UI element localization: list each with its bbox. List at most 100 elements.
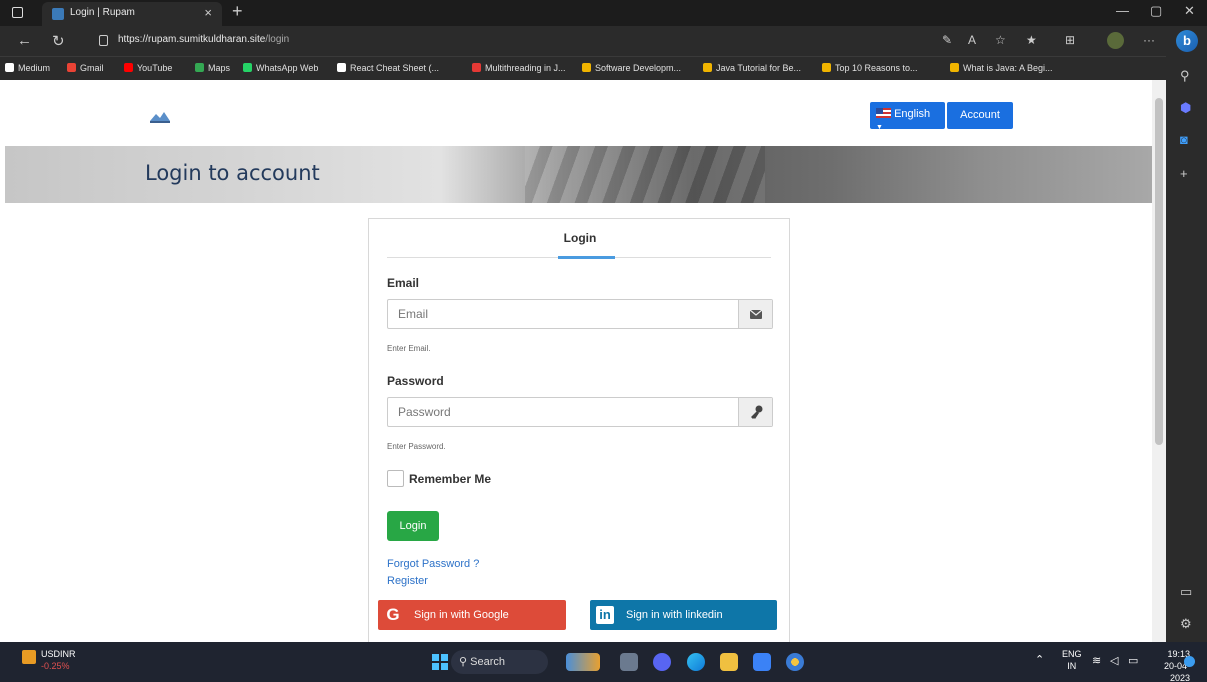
copilot-icon[interactable]: ⬢ [1180,100,1191,116]
sidebar-pen-icon[interactable]: ✎ [942,33,952,47]
envelope-icon [738,300,772,328]
bookmark-favicon-icon [5,63,14,72]
edge-browser-icon[interactable] [687,653,705,671]
google-icon: G [386,605,400,624]
bookmark-item[interactable]: YouTube [124,63,172,73]
remember-me-label[interactable]: Remember Me [409,472,491,486]
wifi-icon[interactable]: ≋ [1092,655,1101,667]
bookmark-favicon-icon [703,63,712,72]
password-label: Password [387,374,444,388]
windows-taskbar: USDINR -0.25% ⚲ Search ⌃ ENG IN ≋ ◁ ▭ 19… [0,642,1207,682]
bookmark-favicon-icon [124,63,133,72]
close-window-button[interactable]: ✕ [1184,3,1195,19]
us-flag-icon [876,108,891,118]
register-link[interactable]: Register [387,575,428,587]
notification-badge-icon[interactable] [1184,656,1195,667]
profile-avatar[interactable] [1107,32,1124,49]
email-field[interactable] [388,300,738,328]
refresh-icon[interactable]: ↻ [52,32,65,50]
linkedin-icon: in [590,600,620,630]
more-menu-icon[interactable]: ··· [1143,33,1155,47]
browser-tab[interactable]: Login | Rupam × [42,2,222,26]
restore-button[interactable]: ▢ [1150,3,1162,19]
email-field-group [387,299,773,329]
chrome-icon[interactable] [786,653,804,671]
read-aloud-icon[interactable]: A [968,33,976,47]
site-logo[interactable] [149,108,171,124]
bookmark-favicon-icon [950,63,959,72]
password-field-group [387,397,773,427]
remember-me-checkbox[interactable] [387,470,404,487]
password-help-text: Enter Password. [387,442,446,451]
settings-gear-icon[interactable]: ⚙ [1180,616,1192,632]
account-button[interactable]: Account [947,102,1013,129]
page-viewport: English ▼ Account Login to account Login… [0,80,1152,642]
tray-overflow-icon[interactable]: ⌃ [1035,654,1044,666]
password-field[interactable] [388,398,738,426]
language-dropdown[interactable]: English ▼ [870,102,945,131]
split-screen-icon[interactable]: ▭ [1180,584,1192,600]
favorites-icon[interactable]: ★ [1026,33,1037,47]
search-icon[interactable]: ⚲ [1180,68,1190,84]
store-icon[interactable] [753,653,771,671]
bookmark-item[interactable]: Multithreading in J... [472,63,566,73]
start-button-icon[interactable] [432,654,448,670]
page-info-icon[interactable] [99,35,108,46]
battery-icon[interactable]: ▭ [1128,655,1138,667]
file-explorer-icon[interactable] [720,653,738,671]
bookmark-item[interactable]: Gmail [67,63,104,73]
minimize-button[interactable]: — [1116,3,1129,18]
bookmark-item[interactable]: Software Developm... [582,63,681,73]
forgot-password-link[interactable]: Forgot Password ? [387,558,479,570]
favorite-star-icon[interactable]: ☆ [995,33,1006,47]
scrollbar-thumb[interactable] [1155,98,1163,445]
bookmark-favicon-icon [195,63,204,72]
close-tab-icon[interactable]: × [204,5,212,20]
news-widget-icon[interactable] [566,653,600,671]
caret-down-icon: ▼ [876,124,883,131]
bookmark-label: Multithreading in J... [485,63,566,73]
edge-sidebar: ⚲ ⬢ ◙ + ▭ ⚙ [1166,56,1207,642]
new-tab-button[interactable]: + [232,1,243,22]
bookmark-item[interactable]: What is Java: A Begi... [950,63,1053,73]
back-icon[interactable]: ← [17,32,32,49]
google-signin-button[interactable]: G Sign in with Google [378,600,566,630]
bookmark-item[interactable]: Top 10 Reasons to... [822,63,918,73]
bookmark-item[interactable]: WhatsApp Web [243,63,318,73]
bookmark-item[interactable]: Java Tutorial for Be... [703,63,801,73]
stock-widget-icon[interactable] [22,650,36,664]
stock-name[interactable]: USDINR [41,649,76,659]
taskbar-search[interactable]: ⚲ Search [451,650,548,674]
bing-chat-icon[interactable]: b [1176,30,1198,52]
bookmark-item[interactable]: React Cheat Sheet (... [337,63,439,73]
tab-actions-icon[interactable] [12,7,23,18]
add-sidebar-icon[interactable]: + [1180,166,1188,181]
url-field[interactable]: https://rupam.sumitkuldharan.site/login [118,34,289,45]
outlook-icon[interactable]: ◙ [1180,132,1188,147]
bookmark-label: React Cheat Sheet (... [350,63,440,73]
bookmark-label: YouTube [137,63,173,73]
bookmark-favicon-icon [243,63,252,72]
volume-icon[interactable]: ◁ [1110,655,1118,667]
bookmark-label: Java Tutorial for Be... [716,63,802,73]
tab-login[interactable]: Login [369,231,791,245]
bookmark-item[interactable]: Maps [195,63,230,73]
bookmark-favicon-icon [472,63,481,72]
login-button[interactable]: Login [387,511,439,541]
task-view-icon[interactable] [620,653,638,671]
linkedin-signin-button[interactable]: in Sign in with linkedin [590,600,777,630]
language-indicator[interactable]: ENG IN [1062,648,1082,672]
bookmark-label: What is Java: A Begi... [963,63,1053,73]
search-icon: ⚲ [459,656,468,668]
bookmark-item[interactable]: Medium [5,63,50,73]
page-scrollbar[interactable] [1152,80,1166,642]
tab-title: Login | Rupam [70,7,135,18]
active-tab-indicator [558,256,615,259]
bookmark-label: Maps [208,63,231,73]
browser-tab-bar: Login | Rupam × + — ▢ ✕ [0,0,1207,26]
collections-icon[interactable]: ⊞ [1065,33,1075,47]
bookmark-favicon-icon [582,63,591,72]
bookmark-favicon-icon [337,63,346,72]
chat-app-icon[interactable] [653,653,671,671]
bookmark-label: WhatsApp Web [256,63,319,73]
